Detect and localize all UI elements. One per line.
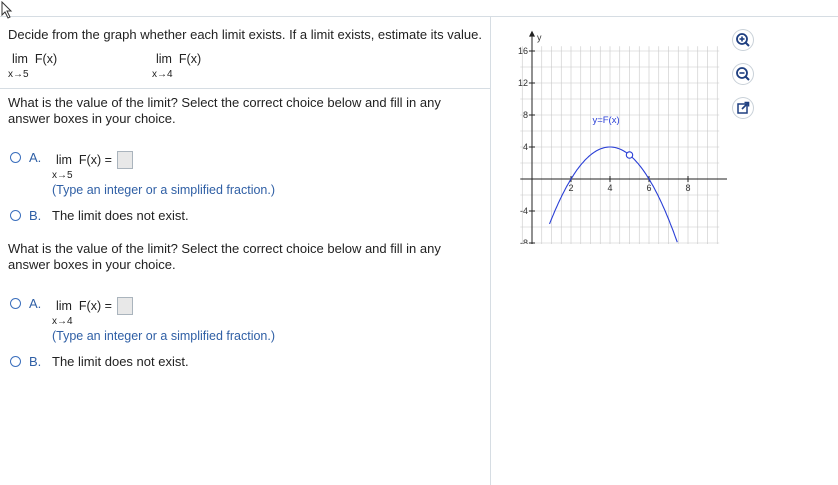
part1-choice-a-sub: x→5	[52, 170, 73, 181]
zoom-in-button[interactable]	[733, 30, 753, 50]
limit-1: lim F(x)	[12, 52, 58, 66]
part2-hint: (Type an integer or a simplified fractio…	[52, 329, 276, 343]
y-tick-label: 4	[523, 142, 528, 152]
y-tick-label: -8	[520, 238, 528, 244]
y-tick-label: -4	[520, 206, 528, 216]
instructions-text: Decide from the graph whether each limit…	[8, 27, 482, 42]
x-tick-label: 2	[568, 183, 573, 193]
x-tick-label: 6	[646, 183, 651, 193]
y-tick-label: 16	[518, 46, 528, 56]
y-tick-label: 8	[523, 110, 528, 120]
mouse-cursor-icon	[1, 1, 13, 19]
open-point	[625, 151, 634, 159]
part1-choice-a-limit: lim F(x) =	[56, 153, 112, 167]
zoom-out-button[interactable]	[733, 64, 753, 84]
question-2: What is the value of the limit? Select t…	[8, 241, 441, 272]
x-tick-label: 8	[685, 183, 690, 193]
panel-divider	[490, 17, 491, 485]
part1-hint: (Type an integer or a simplified fractio…	[52, 183, 276, 197]
part1-answer-box[interactable]	[117, 151, 133, 169]
limit-2: lim F(x)	[156, 52, 202, 66]
section-divider	[0, 88, 490, 89]
limit-2-sub: x→4	[152, 69, 173, 80]
part2-choice-a-limit: lim F(x) =	[56, 299, 112, 313]
y-tick-label: 12	[518, 78, 528, 88]
part1-choice-b-text: The limit does not exist.	[52, 208, 189, 223]
part1-choice-b-radio[interactable]	[10, 210, 21, 221]
part1-choice-a-radio[interactable]	[10, 152, 21, 163]
y-axis-label: y	[537, 33, 542, 43]
part1-choice-b-letter: B.	[29, 208, 42, 223]
x-tick-label: 4	[607, 183, 612, 193]
zoom-out-icon	[736, 67, 750, 81]
y-axis-arrow	[529, 30, 535, 37]
part2-choice-b-radio[interactable]	[10, 356, 21, 367]
top-divider	[0, 16, 838, 17]
popout-icon	[737, 101, 750, 114]
part2-choice-b-letter: B.	[29, 354, 42, 369]
part2-choice-a-radio[interactable]	[10, 298, 21, 309]
curve-f	[548, 146, 678, 243]
zoom-in-icon	[736, 33, 750, 47]
part1-choice-a-letter: A.	[29, 150, 42, 165]
part2-choice-b-text: The limit does not exist.	[52, 354, 189, 369]
curve-label: y=F(x)	[592, 115, 619, 126]
limit-1-sub: x→5	[8, 69, 29, 80]
part2-choice-a-sub: x→4	[52, 316, 73, 327]
part2-choice-a-letter: A.	[29, 296, 42, 311]
function-graph: yx161284-4-82468y=F(x)	[518, 30, 727, 244]
popout-button[interactable]	[733, 98, 753, 118]
question-1: What is the value of the limit? Select t…	[8, 95, 441, 126]
part2-answer-box[interactable]	[117, 297, 133, 315]
